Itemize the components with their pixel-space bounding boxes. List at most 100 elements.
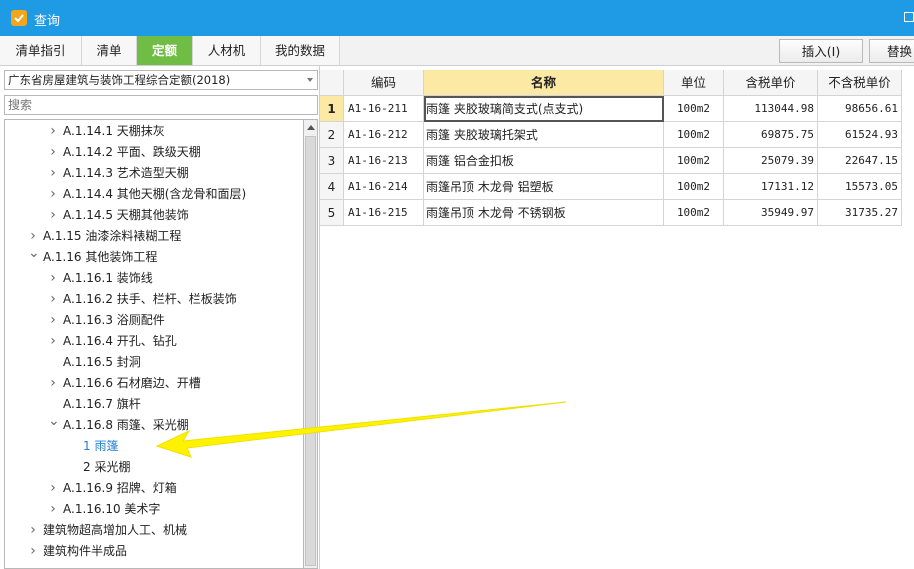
tax-price-cell: 113044.98 [724,96,818,122]
code-header[interactable]: 编码 [344,70,424,96]
tree-node-label: A.1.14.3 艺术造型天棚 [63,166,189,180]
unit-header[interactable]: 单位 [664,70,724,96]
chevron-right-icon[interactable]: › [48,142,58,163]
tree-node-label: A.1.15 油漆涂料裱糊工程 [43,229,182,243]
unit-cell: 100m2 [664,96,724,122]
tab-labor-material[interactable]: 人材机 [193,36,261,65]
name-cell: 雨篷吊顶 木龙骨 不锈钢板 [424,200,664,226]
tabs-bar: 清单指引 清单 定额 人材机 我的数据 插入(I) 替换 [0,36,914,66]
tree-node[interactable]: › A.1.14.3 艺术造型天棚 [5,163,303,184]
tab-quota[interactable]: 定额 [137,36,193,65]
chevron-right-icon[interactable]: › [48,310,58,331]
chevron-right-icon[interactable]: › [28,541,38,562]
tree-node[interactable]: › 建筑物超高增加人工、机械 [5,520,303,541]
name-cell: 雨篷 夹胶玻璃简支式(点支式) [424,96,664,122]
tree-node-label: A.1.16.7 旗杆 [63,397,141,411]
chevron-right-icon[interactable]: › [48,205,58,226]
tree-node[interactable]: › A.1.16.9 招牌、灯箱 [5,478,303,499]
row-number: 3 [320,148,344,174]
tree-node[interactable]: › A.1.16.6 石材磨边、开槽 [5,373,303,394]
code-cell: A1-16-215 [344,200,424,226]
tab-list-guide[interactable]: 清单指引 [0,36,82,65]
maximize-button[interactable] [904,12,914,22]
tree-node[interactable]: › A.1.16.10 美术字 [5,499,303,520]
tree-node[interactable]: › A.1.16.2 扶手、栏杆、栏板装饰 [5,289,303,310]
tree-node[interactable]: ⌄ A.1.16.8 雨篷、采光棚 [5,413,303,436]
tab-list[interactable]: 清单 [82,36,137,65]
chevron-right-icon[interactable]: › [48,478,58,499]
scrollbar-thumb[interactable] [305,136,316,566]
tree-node[interactable]: A.1.16.5 封洞 [5,352,303,373]
tree-node[interactable]: › A.1.14.4 其他天棚(含龙骨和面层) [5,184,303,205]
chevron-down-icon[interactable]: ⌄ [48,411,60,432]
tree-node-label: A.1.16 其他装饰工程 [43,250,158,264]
chevron-right-icon[interactable]: › [48,499,58,520]
rownum-header[interactable] [320,70,344,96]
tree-node-label: A.1.14.2 平面、跌级天棚 [63,145,201,159]
name-cell: 雨篷 铝合金扣板 [424,148,664,174]
chevron-right-icon[interactable]: › [48,184,58,205]
notax-price-cell: 61524.93 [818,122,902,148]
tree-node[interactable]: › A.1.16.1 装饰线 [5,268,303,289]
tax-price-cell: 35949.97 [724,200,818,226]
tree-node-label: 1 雨篷 [83,439,119,453]
title-bar: 查询 [0,0,914,36]
unit-cell: 100m2 [664,122,724,148]
search-input[interactable] [4,95,318,115]
tree-node[interactable]: › A.1.14.5 天棚其他装饰 [5,205,303,226]
tree-node[interactable]: › A.1.14.2 平面、跌级天棚 [5,142,303,163]
unit-cell: 100m2 [664,148,724,174]
code-cell: A1-16-211 [344,96,424,122]
name-header[interactable]: 名称 [424,70,664,96]
row-number: 4 [320,174,344,200]
tab-my-data[interactable]: 我的数据 [261,36,340,65]
unit-cell: 100m2 [664,200,724,226]
quota-book-select[interactable]: 广东省房屋建筑与装饰工程综合定额(2018) [4,70,318,90]
tree-node-label: 建筑构件半成品 [43,544,128,558]
code-cell: A1-16-214 [344,174,424,200]
chevron-right-icon[interactable]: › [48,373,58,394]
name-cell: 雨篷吊顶 木龙骨 铝塑板 [424,174,664,200]
tree-node[interactable]: 1 雨篷 [5,436,303,457]
notax-price-cell: 31735.27 [818,200,902,226]
quota-tree: › A.1.14.1 天棚抹灰 › A.1.14.2 平面、跌级天棚 › A.1.14.3… [4,119,304,569]
tree-node-label: A.1.16.3 浴厕配件 [63,313,165,327]
tree-node[interactable]: › A.1.15 油漆涂料裱糊工程 [5,226,303,247]
quota-book-value: 广东省房屋建筑与装饰工程综合定额(2018) [8,73,231,87]
tree-node-label: A.1.16.9 招牌、灯箱 [63,481,177,495]
chevron-right-icon[interactable]: › [48,163,58,184]
chevron-down-icon[interactable]: ⌄ [28,243,40,264]
tree-node-label: A.1.16.4 开孔、钻孔 [63,334,177,348]
tax-price-header[interactable]: 含税单价 [724,70,818,96]
chevron-right-icon[interactable]: › [48,121,58,142]
tree-node-label: A.1.14.5 天棚其他装饰 [63,208,189,222]
notax-price-cell: 15573.05 [818,174,902,200]
insert-button[interactable]: 插入(I) [779,39,863,63]
tree-scrollbar[interactable] [303,119,318,569]
tree-node-label: A.1.16.8 雨篷、采光棚 [63,418,189,432]
tree-node[interactable]: 2 采光棚 [5,457,303,478]
tree-node[interactable]: › 建筑构件半成品 [5,541,303,562]
chevron-right-icon[interactable]: › [48,331,58,352]
notax-price-header[interactable]: 不含税单价 [818,70,902,96]
tree-node[interactable]: › A.1.16.4 开孔、钻孔 [5,331,303,352]
tree-node-label: A.1.16.1 装饰线 [63,271,153,285]
chevron-right-icon[interactable]: › [48,289,58,310]
notax-price-cell: 22647.15 [818,148,902,174]
scroll-up-icon[interactable] [304,120,317,135]
tree-node-label: A.1.16.5 封洞 [63,355,141,369]
tree-node[interactable]: › A.1.14.1 天棚抹灰 [5,121,303,142]
replace-button[interactable]: 替换 [869,39,914,63]
tax-price-cell: 17131.12 [724,174,818,200]
tax-price-cell: 69875.75 [724,122,818,148]
tax-price-cell: 25079.39 [724,148,818,174]
tree-node[interactable]: › A.1.16.3 浴厕配件 [5,310,303,331]
tree-node[interactable]: ⌄ A.1.16 其他装饰工程 [5,245,303,268]
chevron-right-icon[interactable]: › [28,520,38,541]
tree-node-label: 建筑物超高增加人工、机械 [43,523,188,537]
tree-node-label: 2 采光棚 [83,460,131,474]
tree-node-label: A.1.16.6 石材磨边、开槽 [63,376,201,390]
chevron-right-icon[interactable]: › [48,268,58,289]
